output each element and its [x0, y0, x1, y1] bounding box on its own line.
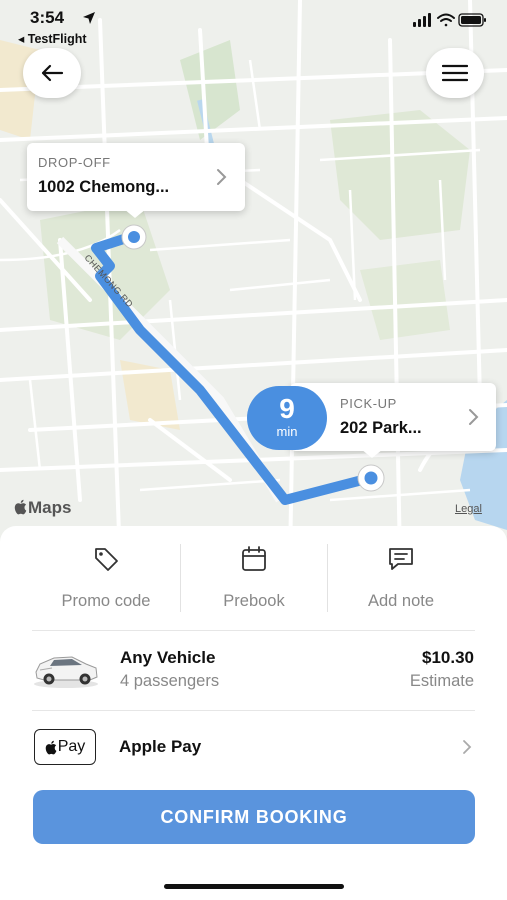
back-button[interactable]: [23, 48, 81, 98]
booking-sheet: Promo code Prebook Add note Any Vehicle …: [0, 526, 507, 900]
map-view[interactable]: CHEMONG RD 3:54 ◂ TestFlight DROP-OFF 10…: [0, 0, 507, 560]
add-note-label: Add note: [367, 592, 435, 610]
fare-estimate-label: Estimate: [409, 672, 474, 690]
promo-code-button[interactable]: Promo code: [32, 544, 180, 611]
apple-logo-icon: [45, 740, 57, 754]
home-indicator[interactable]: [164, 884, 344, 889]
status-bar: 3:54 ◂ TestFlight: [0, 0, 507, 48]
car-icon: [34, 656, 98, 688]
confirm-booking-button[interactable]: CONFIRM BOOKING: [33, 790, 475, 844]
apple-pay-badge: Pay: [34, 729, 96, 765]
maps-label: Maps: [28, 498, 72, 517]
fare-price: $10.30: [422, 648, 474, 667]
apple-logo-icon: [14, 499, 27, 515]
eta-bubble: 9 min: [247, 386, 327, 450]
tag-icon: [32, 544, 180, 578]
apple-pay-badge-label: Pay: [57, 738, 86, 755]
divider: [32, 710, 475, 711]
apple-maps-logo: Maps: [14, 498, 71, 518]
callout-pointer: [361, 449, 383, 458]
wifi-icon: [437, 13, 455, 27]
eta-unit: min: [276, 424, 298, 439]
dropoff-label: DROP-OFF: [38, 155, 111, 170]
chevron-right-icon: [469, 409, 479, 425]
vehicle-name: Any Vehicle: [120, 648, 216, 667]
dropoff-address: 1002 Chemong...: [38, 178, 170, 196]
pickup-address: 202 Park...: [340, 419, 422, 437]
divider: [32, 630, 475, 631]
back-to-testflight[interactable]: ◂ TestFlight: [18, 31, 87, 46]
payment-method-name: Apple Pay: [119, 737, 202, 756]
chevron-right-icon: [463, 740, 472, 754]
prebook-button[interactable]: Prebook: [180, 544, 328, 611]
dropoff-callout[interactable]: DROP-OFF 1002 Chemong...: [27, 143, 245, 218]
callout-pointer: [124, 209, 146, 218]
legal-link[interactable]: Legal: [455, 503, 482, 515]
pickup-label: PICK-UP: [340, 396, 397, 411]
eta-value: 9: [279, 393, 295, 424]
status-icons: [413, 13, 486, 27]
arrow-left-icon: [41, 64, 64, 82]
menu-button[interactable]: [426, 48, 484, 98]
cellular-signal-icon: [413, 13, 431, 27]
chevron-right-icon: [217, 169, 227, 185]
promo-code-label: Promo code: [61, 592, 151, 610]
location-arrow-icon: [83, 12, 95, 24]
status-time: 3:54: [30, 8, 65, 27]
message-icon: [327, 544, 475, 578]
add-note-button[interactable]: Add note: [327, 544, 475, 611]
battery-icon: [458, 13, 486, 27]
hamburger-menu-icon: [442, 64, 468, 82]
vehicle-passengers: 4 passengers: [120, 672, 220, 690]
prebook-label: Prebook: [223, 592, 285, 610]
calendar-icon: [180, 544, 328, 578]
